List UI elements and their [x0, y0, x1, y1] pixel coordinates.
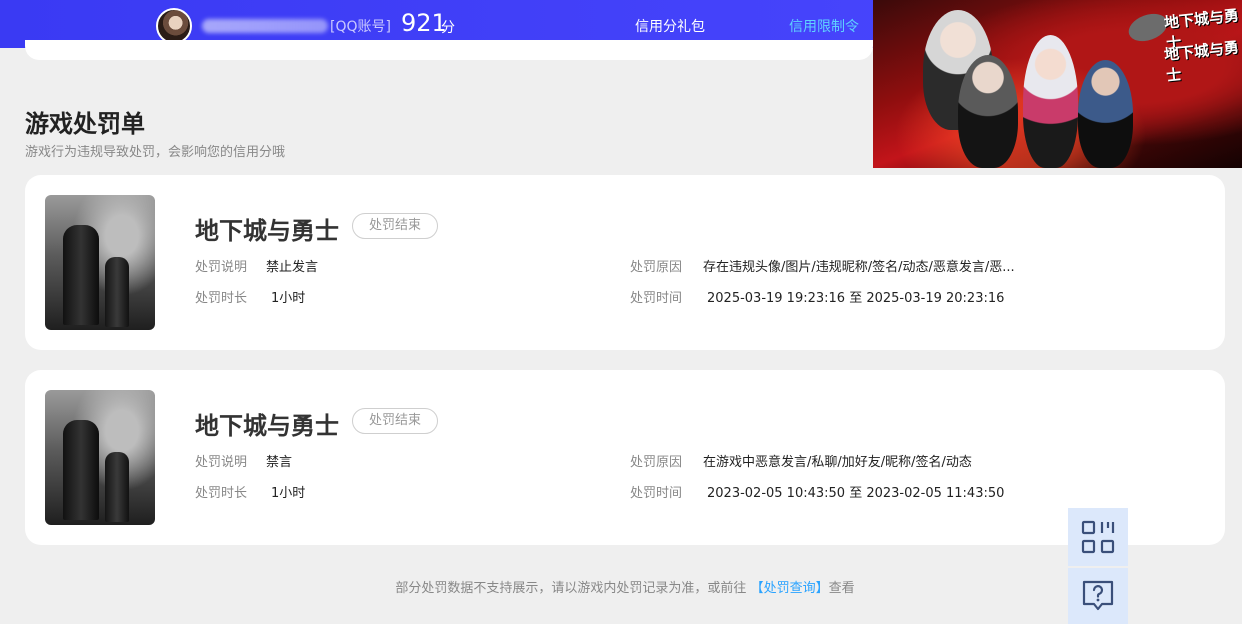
- status-badge: 处罚结束: [352, 213, 438, 239]
- game-thumbnail: [45, 390, 155, 525]
- character-figure: [1078, 60, 1133, 168]
- previous-card-bottom: [25, 40, 873, 60]
- footer-note-prefix: 部分处罚数据不支持展示，请以游戏内处罚记录为准，或前往: [395, 581, 747, 596]
- qr-code-icon: [1081, 520, 1115, 554]
- penalty-reason-value: 存在违规头像/图片/违规昵称/签名/动态/恶意发言/恶...: [703, 260, 1015, 275]
- penalty-duration-value: 1小时: [271, 291, 306, 306]
- section-title: 游戏处罚单: [25, 110, 145, 138]
- help-chat-icon: [1082, 580, 1114, 611]
- penalty-time-label: 处罚时间: [630, 486, 683, 501]
- penalty-duration-value: 1小时: [271, 486, 306, 501]
- avatar[interactable]: [156, 8, 192, 44]
- penalty-card: 地下城与勇士 处罚结束 处罚说明 禁止发言 处罚时长 1小时 处罚原因 存在违规…: [25, 175, 1225, 350]
- penalty-query-link[interactable]: 【处罚查询】: [751, 581, 829, 596]
- penalty-reason-value: 在游戏中恶意发言/私聊/加好友/昵称/签名/动态: [703, 455, 972, 470]
- penalty-desc-label: 处罚说明: [195, 260, 248, 275]
- nav-credit-limit[interactable]: 信用限制令: [789, 16, 859, 36]
- penalty-desc-value: 禁止发言: [266, 260, 319, 275]
- game-name: 地下城与勇士: [195, 412, 339, 440]
- penalty-desc-value: 禁言: [266, 455, 293, 470]
- character-figure: [958, 55, 1018, 168]
- credit-score-unit: 分: [441, 20, 455, 36]
- penalty-desc-label: 处罚说明: [195, 455, 248, 470]
- footer-note: 部分处罚数据不支持展示，请以游戏内处罚记录为准，或前往 【处罚查询】查看: [0, 577, 1242, 596]
- game-thumbnail: [45, 195, 155, 330]
- credit-score: 921: [401, 9, 447, 37]
- footer-note-suffix: 查看: [828, 581, 855, 596]
- game-logo-text: 地下城与勇士: [1163, 38, 1240, 85]
- penalty-reason-label: 处罚原因: [630, 455, 683, 470]
- section-subtitle: 游戏行为违规导致处罚，会影响您的信用分哦: [25, 145, 286, 160]
- game-banner-art: 地下城与勇士 地下城与勇士: [873, 0, 1242, 168]
- account-type-label: [QQ账号]: [330, 19, 391, 35]
- status-badge: 处罚结束: [352, 408, 438, 434]
- help-feedback-button[interactable]: [1068, 568, 1128, 624]
- penalty-card: 地下城与勇士 处罚结束 处罚说明 禁言 处罚时长 1小时 处罚原因 在游戏中恶意…: [25, 370, 1225, 545]
- qr-code-button[interactable]: [1068, 508, 1128, 566]
- account-name-masked: [202, 19, 328, 33]
- character-figure: [1023, 35, 1078, 168]
- game-name: 地下城与勇士: [195, 217, 339, 245]
- penalty-time-value: 2023-02-05 10:43:50 至 2023-02-05 11:43:5…: [707, 486, 1005, 501]
- penalty-time-value: 2025-03-19 19:23:16 至 2025-03-19 20:23:1…: [707, 291, 1005, 306]
- nav-credit-gift[interactable]: 信用分礼包: [635, 16, 705, 36]
- penalty-reason-label: 处罚原因: [630, 260, 683, 275]
- penalty-duration-label: 处罚时长: [195, 486, 248, 501]
- penalty-time-label: 处罚时间: [630, 291, 683, 306]
- penalty-duration-label: 处罚时长: [195, 291, 248, 306]
